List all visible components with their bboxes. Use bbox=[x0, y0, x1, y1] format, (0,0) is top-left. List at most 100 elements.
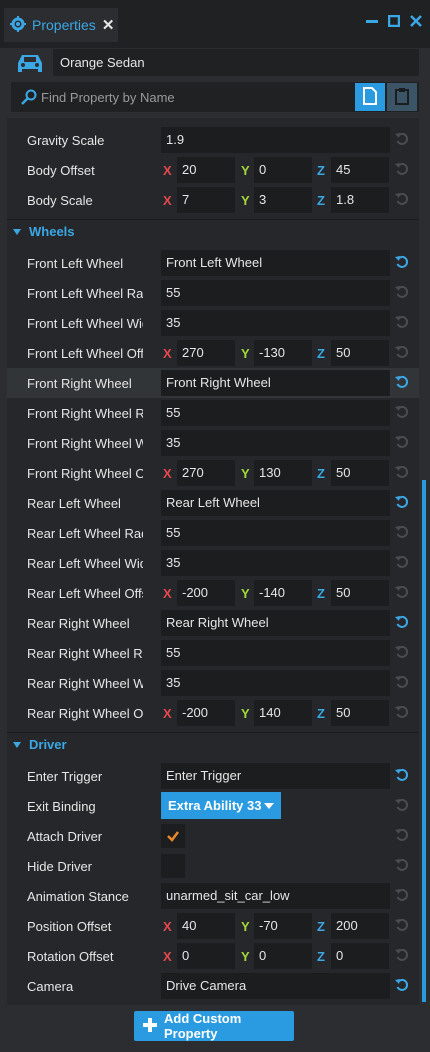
vector-y-field[interactable]: -140 bbox=[254, 580, 312, 606]
dropdown-value: Extra Ability 33 bbox=[168, 798, 262, 813]
value-field[interactable]: 55 bbox=[161, 640, 390, 666]
reset-icon[interactable] bbox=[395, 435, 409, 449]
hide-driver-checkbox[interactable] bbox=[161, 854, 185, 878]
property-label: Center of Mass Offs bbox=[27, 118, 143, 121]
vector-z-field[interactable]: 0 bbox=[331, 943, 389, 969]
vector-x-field[interactable]: 270 bbox=[177, 460, 235, 486]
reset-icon[interactable] bbox=[395, 888, 409, 902]
reset-icon[interactable] bbox=[395, 285, 409, 299]
reset-modified-icon[interactable] bbox=[395, 495, 409, 509]
reset-icon[interactable] bbox=[395, 585, 409, 599]
reset-modified-icon[interactable] bbox=[395, 255, 409, 269]
value-field[interactable]: Front Right Wheel bbox=[161, 370, 390, 396]
reset-icon[interactable] bbox=[395, 315, 409, 329]
section-driver[interactable]: Driver bbox=[7, 732, 419, 756]
vector-x-field[interactable]: -200 bbox=[177, 580, 235, 606]
value-field[interactable]: unarmed_sit_car_low bbox=[161, 883, 390, 909]
reset-icon[interactable] bbox=[395, 405, 409, 419]
value-field[interactable]: 55 bbox=[161, 520, 390, 546]
minimize-icon[interactable] bbox=[366, 14, 378, 32]
axis-x-label: X bbox=[163, 466, 172, 481]
value-field[interactable]: Front Left Wheel bbox=[161, 250, 390, 276]
reset-icon[interactable] bbox=[395, 525, 409, 539]
vector-z-field[interactable]: 1.8 bbox=[331, 187, 389, 213]
reset-icon[interactable] bbox=[395, 828, 409, 842]
value-field[interactable]: 35 bbox=[161, 670, 390, 696]
property-label: Rear Right Wheel bbox=[27, 616, 130, 631]
property-label: Rear Right Wheel Offset bbox=[27, 706, 143, 721]
reset-modified-icon[interactable] bbox=[395, 615, 409, 629]
vector-z-field[interactable]: 200 bbox=[331, 913, 389, 939]
property-row-front-left-wheel-offset: Front Left Wheel Offset X 270 Y -130 Z 50 bbox=[7, 338, 419, 368]
maximize-icon[interactable] bbox=[387, 14, 401, 32]
vector-x-field[interactable]: 270 bbox=[177, 340, 235, 366]
window-close-icon[interactable] bbox=[410, 14, 422, 32]
reset-icon[interactable] bbox=[395, 918, 409, 932]
paste-button[interactable] bbox=[387, 83, 417, 111]
scrollbar[interactable] bbox=[422, 480, 426, 1002]
vector-z-field[interactable]: 45 bbox=[331, 157, 389, 183]
reset-icon[interactable] bbox=[395, 948, 409, 962]
vector-y-field[interactable]: -70 bbox=[254, 913, 312, 939]
attach-driver-checkbox[interactable] bbox=[161, 824, 185, 848]
value-field[interactable]: 35 bbox=[161, 550, 390, 576]
vector-x-field[interactable]: 0 bbox=[177, 943, 235, 969]
property-label: Rear Right Wheel Width bbox=[27, 676, 143, 691]
reset-icon[interactable] bbox=[395, 645, 409, 659]
property-row-body-scale: Body Scale X 7 Y 3 Z 1.8 bbox=[7, 185, 419, 215]
reset-icon[interactable] bbox=[395, 798, 409, 812]
add-custom-property-button[interactable]: Add Custom Property bbox=[134, 1011, 294, 1041]
reset-icon[interactable] bbox=[395, 858, 409, 872]
reset-icon[interactable] bbox=[395, 705, 409, 719]
reset-icon[interactable] bbox=[395, 555, 409, 569]
vector-x-field[interactable]: -200 bbox=[177, 700, 235, 726]
reset-icon[interactable] bbox=[395, 192, 409, 206]
value-field[interactable]: 1.9 bbox=[161, 127, 390, 153]
vector-x-field[interactable]: 40 bbox=[177, 913, 235, 939]
document-icon bbox=[363, 86, 377, 108]
vector-y-field[interactable]: 3 bbox=[254, 187, 312, 213]
vector-z-field[interactable]: 50 bbox=[331, 700, 389, 726]
reset-icon[interactable] bbox=[395, 675, 409, 689]
vector-z-field[interactable]: 50 bbox=[331, 340, 389, 366]
exit-binding-dropdown[interactable]: Extra Ability 33 bbox=[161, 792, 281, 819]
property-label: Front Right Wheel Width bbox=[27, 436, 143, 451]
property-label: Body Scale bbox=[27, 193, 93, 208]
vector-x-field[interactable]: 7 bbox=[177, 187, 235, 213]
vector-y-field[interactable]: 130 bbox=[254, 460, 312, 486]
vector-z-field[interactable]: 50 bbox=[331, 460, 389, 486]
vector-y-field[interactable]: 0 bbox=[254, 157, 312, 183]
axis-x-label: X bbox=[163, 919, 172, 934]
tab-close-icon[interactable]: ✕ bbox=[102, 16, 115, 34]
vector-x-field[interactable]: 20 bbox=[177, 157, 235, 183]
value-field[interactable]: 55 bbox=[161, 280, 390, 306]
tab-properties[interactable]: Properties ✕ bbox=[4, 8, 118, 42]
value-field[interactable]: Drive Camera bbox=[161, 973, 390, 999]
object-name-field[interactable]: Orange Sedan bbox=[53, 49, 419, 76]
value-field[interactable]: Rear Right Wheel bbox=[161, 610, 390, 636]
property-label: Rotation Offset bbox=[27, 949, 114, 964]
reset-icon[interactable] bbox=[395, 345, 409, 359]
reset-icon[interactable] bbox=[395, 162, 409, 176]
reset-modified-icon[interactable] bbox=[395, 375, 409, 389]
property-label: Rear Left Wheel Offset bbox=[27, 586, 143, 601]
reset-modified-icon[interactable] bbox=[395, 978, 409, 992]
reset-icon[interactable] bbox=[395, 132, 409, 146]
value-field[interactable]: 55 bbox=[161, 400, 390, 426]
vector-z-field[interactable]: 50 bbox=[331, 580, 389, 606]
property-label: Gravity Scale bbox=[27, 133, 105, 148]
copy-button[interactable] bbox=[355, 83, 385, 111]
property-row-front-right-wheel-offset: Front Right Wheel Offset X 270 Y 130 Z 50 bbox=[7, 458, 419, 488]
reset-modified-icon[interactable] bbox=[395, 768, 409, 782]
value-field[interactable]: 35 bbox=[161, 430, 390, 456]
axis-x-label: X bbox=[163, 193, 172, 208]
search-input[interactable]: Find Property by Name bbox=[41, 90, 175, 105]
vector-y-field[interactable]: 140 bbox=[254, 700, 312, 726]
vector-y-field[interactable]: -130 bbox=[254, 340, 312, 366]
value-field[interactable]: Enter Trigger bbox=[161, 763, 390, 789]
section-wheels[interactable]: Wheels bbox=[7, 219, 419, 243]
value-field[interactable]: 35 bbox=[161, 310, 390, 336]
value-field[interactable]: Rear Left Wheel bbox=[161, 490, 390, 516]
vector-y-field[interactable]: 0 bbox=[254, 943, 312, 969]
reset-icon[interactable] bbox=[395, 465, 409, 479]
